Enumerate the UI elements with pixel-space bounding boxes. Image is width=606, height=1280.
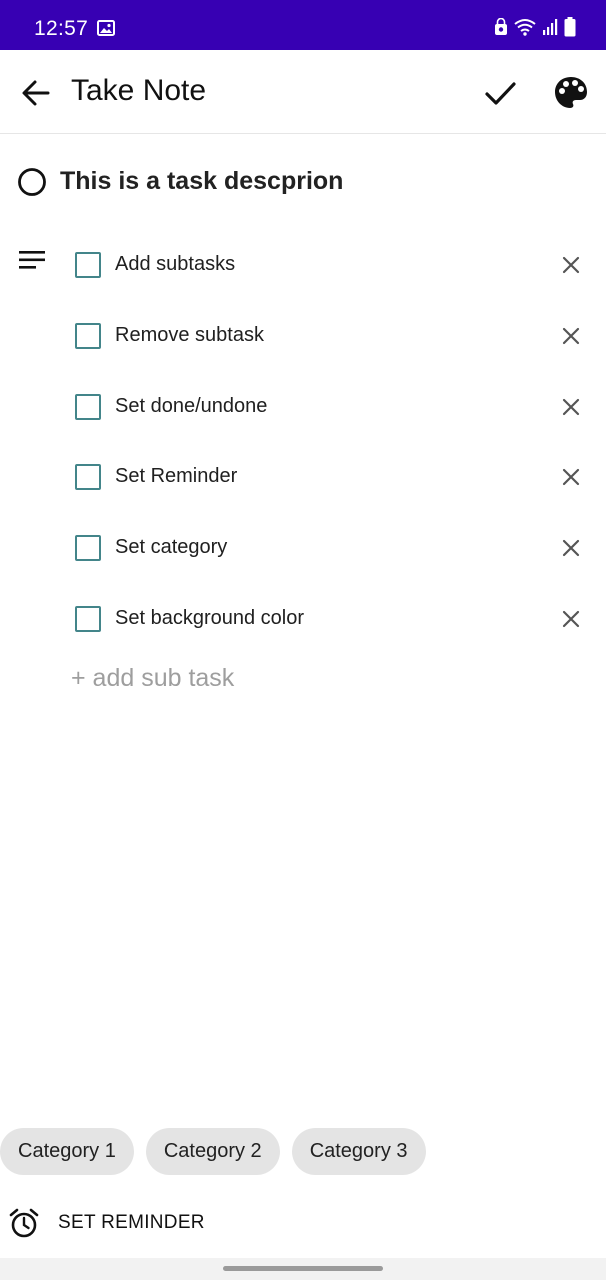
system-nav-bar — [0, 1258, 606, 1280]
palette-button[interactable] — [552, 74, 590, 112]
subtask-checkbox[interactable] — [75, 323, 101, 349]
close-icon — [562, 398, 580, 416]
category-chip-1[interactable]: Category 1 — [0, 1128, 134, 1175]
status-bar: 12:57 — [0, 0, 606, 50]
signal-icon — [542, 18, 558, 41]
subtask-item: Set Reminder — [0, 464, 606, 514]
task-row: This is a task descprion — [0, 160, 606, 206]
remove-subtask-button[interactable] — [557, 534, 585, 562]
subtask-label[interactable]: Set category — [115, 536, 227, 559]
remove-subtask-button[interactable] — [557, 393, 585, 421]
add-subtask-button[interactable]: + add sub task — [71, 664, 234, 693]
image-icon — [97, 20, 115, 41]
task-title[interactable]: This is a task descprion — [60, 167, 343, 196]
subtask-item: Set done/undone — [0, 394, 606, 444]
close-icon — [562, 539, 580, 557]
subtask-item: Add subtasks — [0, 252, 606, 302]
close-icon — [562, 256, 580, 274]
subtask-label[interactable]: Set done/undone — [115, 395, 267, 418]
gesture-handle[interactable] — [223, 1266, 383, 1271]
battery-icon — [564, 17, 576, 42]
status-time: 12:57 — [34, 17, 89, 40]
arrow-left-icon — [22, 80, 50, 106]
page-title: Take Note — [71, 74, 207, 107]
close-icon — [562, 327, 580, 345]
wifi-icon — [514, 18, 536, 41]
set-reminder-button[interactable]: SET REMINDER — [8, 1206, 205, 1240]
palette-icon — [555, 77, 587, 108]
save-button[interactable] — [482, 75, 518, 111]
remove-subtask-button[interactable] — [557, 251, 585, 279]
category-chip-2[interactable]: Category 2 — [145, 1128, 280, 1175]
subtask-checkbox[interactable] — [75, 252, 101, 278]
check-icon — [485, 82, 516, 105]
subtask-item: Set background color — [0, 606, 606, 656]
remove-subtask-button[interactable] — [557, 463, 585, 491]
close-icon — [562, 610, 580, 628]
close-icon — [562, 468, 580, 486]
alarm-clock-icon — [9, 1208, 39, 1238]
subtask-item: Remove subtask — [0, 323, 606, 373]
subtask-item: Set category — [0, 535, 606, 585]
task-done-radio[interactable] — [17, 167, 47, 197]
remove-subtask-button[interactable] — [557, 605, 585, 633]
subtask-checkbox[interactable] — [75, 394, 101, 420]
subtask-checkbox[interactable] — [75, 535, 101, 561]
app-bar: Take Note — [0, 50, 606, 134]
subtask-checkbox[interactable] — [75, 606, 101, 632]
back-button[interactable] — [18, 75, 54, 111]
subtask-label[interactable]: Set background color — [115, 607, 304, 630]
alarm-lock-icon — [494, 17, 508, 41]
subtask-label[interactable]: Remove subtask — [115, 324, 264, 347]
category-chips: Category 1 Category 2 Category 3 — [0, 1128, 426, 1175]
category-chip-3[interactable]: Category 3 — [291, 1128, 426, 1175]
set-reminder-label: SET REMINDER — [58, 1212, 205, 1233]
remove-subtask-button[interactable] — [557, 322, 585, 350]
subtask-checkbox[interactable] — [75, 464, 101, 490]
subtask-label[interactable]: Add subtasks — [115, 253, 235, 276]
subtask-label[interactable]: Set Reminder — [115, 465, 237, 488]
